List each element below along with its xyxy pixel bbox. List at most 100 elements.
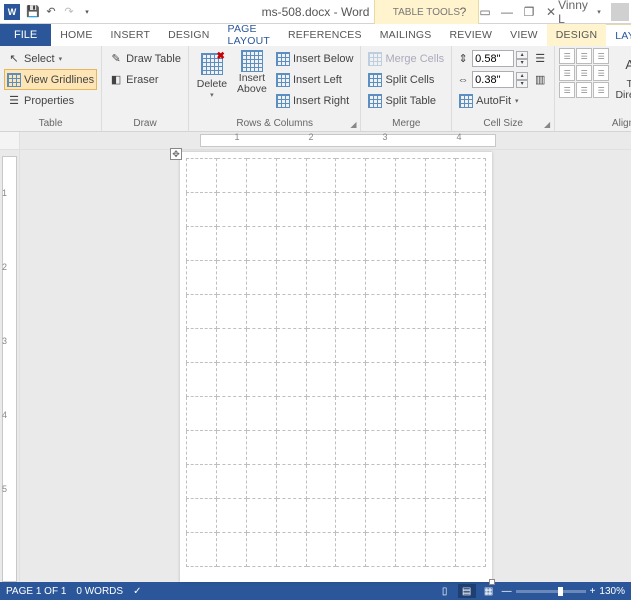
align-middle-center-button[interactable]: ☰ — [576, 65, 592, 81]
table-cell[interactable] — [187, 329, 217, 363]
tab-review[interactable]: REVIEW — [441, 24, 502, 46]
table-cell[interactable] — [396, 363, 426, 397]
table-cell[interactable] — [276, 533, 306, 567]
zoom-slider[interactable] — [516, 590, 586, 593]
table-cell[interactable] — [246, 193, 276, 227]
table-cell[interactable] — [187, 159, 217, 193]
table-row[interactable] — [187, 431, 486, 465]
table-cell[interactable] — [336, 329, 366, 363]
table-cell[interactable] — [366, 329, 396, 363]
table-cell[interactable] — [426, 431, 456, 465]
table-cell[interactable] — [216, 431, 246, 465]
help-icon[interactable]: ? — [453, 3, 473, 21]
table-cell[interactable] — [306, 397, 336, 431]
table-cell[interactable] — [456, 499, 486, 533]
table-cell[interactable] — [246, 363, 276, 397]
user-name[interactable]: Vinny L — [563, 3, 583, 21]
table-cell[interactable] — [426, 227, 456, 261]
table-cell[interactable] — [396, 295, 426, 329]
document-page[interactable]: ✥ — [180, 152, 492, 582]
properties-button[interactable]: ☰Properties — [4, 90, 97, 111]
table-cell[interactable] — [187, 499, 217, 533]
table-cell[interactable] — [246, 261, 276, 295]
table-cell[interactable] — [396, 193, 426, 227]
text-direction-button[interactable]: A→ Text Direction — [611, 48, 631, 103]
table-row[interactable] — [187, 329, 486, 363]
table-cell[interactable] — [336, 295, 366, 329]
vertical-ruler[interactable]: 1 2 3 4 5 — [0, 150, 20, 582]
read-mode-icon[interactable]: ▯ — [436, 584, 454, 598]
insert-left-button[interactable]: Insert Left — [273, 69, 357, 90]
table-cell[interactable] — [456, 329, 486, 363]
table-cell[interactable] — [426, 261, 456, 295]
table-cell[interactable] — [216, 397, 246, 431]
zoom-level[interactable]: 130% — [599, 586, 625, 597]
table-cell[interactable] — [246, 431, 276, 465]
dialog-launcher-icon[interactable]: ◢ — [544, 120, 550, 129]
align-top-center-button[interactable]: ☰ — [576, 48, 592, 64]
align-top-left-button[interactable]: ☰ — [559, 48, 575, 64]
table-cell[interactable] — [306, 193, 336, 227]
table-cell[interactable] — [456, 363, 486, 397]
autofit-button[interactable]: AutoFit▾ — [456, 90, 528, 111]
split-table-button[interactable]: Split Table — [365, 90, 447, 111]
avatar[interactable] — [611, 3, 629, 21]
tab-design[interactable]: DESIGN — [159, 24, 218, 46]
stepper-up-icon[interactable]: ▴ — [516, 51, 528, 59]
zoom-thumb[interactable] — [558, 587, 563, 596]
table-cell[interactable] — [216, 159, 246, 193]
table-row[interactable] — [187, 227, 486, 261]
undo-icon[interactable]: ↶ — [44, 5, 58, 19]
table-cell[interactable] — [396, 533, 426, 567]
table-cell[interactable] — [456, 431, 486, 465]
table-cell[interactable] — [306, 533, 336, 567]
select-button[interactable]: ↖Select▾ — [4, 48, 97, 69]
table-cell[interactable] — [276, 499, 306, 533]
table-cell[interactable] — [396, 227, 426, 261]
table-cell[interactable] — [187, 227, 217, 261]
tab-file[interactable]: FILE — [0, 24, 51, 46]
table-cell[interactable] — [276, 363, 306, 397]
table-cell[interactable] — [306, 295, 336, 329]
table-cell[interactable] — [336, 227, 366, 261]
table-cell[interactable] — [306, 261, 336, 295]
table-cell[interactable] — [336, 499, 366, 533]
table-cell[interactable] — [366, 295, 396, 329]
table-cell[interactable] — [336, 193, 366, 227]
table-cell[interactable] — [396, 159, 426, 193]
table-cell[interactable] — [336, 363, 366, 397]
table-cell[interactable] — [366, 465, 396, 499]
table-cell[interactable] — [216, 499, 246, 533]
table-cell[interactable] — [396, 499, 426, 533]
table-cell[interactable] — [456, 533, 486, 567]
align-bottom-left-button[interactable]: ☰ — [559, 82, 575, 98]
horizontal-ruler[interactable]: 1 2 3 4 — [20, 132, 631, 149]
tab-page-layout[interactable]: PAGE LAYOUT — [219, 24, 279, 46]
table-cell[interactable] — [456, 397, 486, 431]
table-cell[interactable] — [187, 261, 217, 295]
table-cell[interactable] — [187, 431, 217, 465]
table-cell[interactable] — [306, 329, 336, 363]
table-cell[interactable] — [276, 465, 306, 499]
ribbon-options-icon[interactable]: ▭ — [475, 3, 495, 21]
qat-customize-icon[interactable]: ▾ — [80, 5, 94, 19]
table-cell[interactable] — [216, 193, 246, 227]
table-cell[interactable] — [276, 295, 306, 329]
tab-home[interactable]: HOME — [51, 24, 101, 46]
table-cell[interactable] — [306, 499, 336, 533]
table-cell[interactable] — [216, 329, 246, 363]
align-bottom-right-button[interactable]: ☰ — [593, 82, 609, 98]
stepper-up-icon[interactable]: ▴ — [516, 72, 528, 80]
table-cell[interactable] — [366, 397, 396, 431]
table-cell[interactable] — [306, 159, 336, 193]
table-cell[interactable] — [187, 363, 217, 397]
column-width-input[interactable] — [472, 71, 514, 88]
print-layout-icon[interactable]: ▤ — [458, 584, 476, 598]
tab-table-design[interactable]: DESIGN — [547, 24, 606, 46]
table-cell[interactable] — [246, 295, 276, 329]
table-cell[interactable] — [426, 363, 456, 397]
table-cell[interactable] — [366, 431, 396, 465]
table-cell[interactable] — [426, 499, 456, 533]
tab-view[interactable]: VIEW — [501, 24, 547, 46]
table-cell[interactable] — [426, 193, 456, 227]
